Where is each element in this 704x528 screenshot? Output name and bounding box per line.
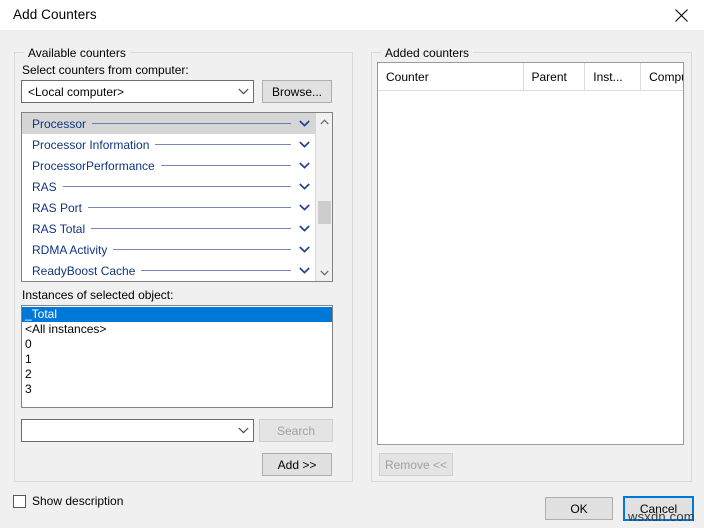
leader-line	[141, 270, 291, 271]
counter-row[interactable]: RDMA Activity	[22, 239, 315, 260]
chevron-down-icon[interactable]	[297, 267, 311, 274]
chevron-down-icon[interactable]	[297, 225, 311, 232]
computer-select-combobox[interactable]: <Local computer>	[21, 80, 254, 103]
available-counters-list[interactable]: Processor Processor Information ProcessorP…	[21, 112, 333, 282]
chevron-down-icon[interactable]	[297, 120, 311, 127]
window-title: Add Counters	[13, 7, 97, 22]
counter-label: ProcessorPerformance	[32, 159, 155, 173]
close-button[interactable]	[659, 0, 704, 30]
column-header[interactable]: Counter	[378, 63, 524, 90]
counters-list-scrollbar[interactable]	[315, 113, 332, 281]
select-counters-from-computer-label: Select counters from computer:	[22, 63, 189, 77]
counter-label: ReadyBoost Cache	[32, 264, 135, 278]
counter-row[interactable]: RAS	[22, 176, 315, 197]
ok-button[interactable]: OK	[545, 497, 613, 520]
counter-row[interactable]: RAS Port	[22, 197, 315, 218]
counter-label: RDMA Activity	[32, 243, 107, 257]
counter-row[interactable]: RAS Total	[22, 218, 315, 239]
counter-row[interactable]: ProcessorPerformance	[22, 155, 315, 176]
instance-search-combobox[interactable]	[21, 419, 254, 442]
added-counters-header: CounterParentInst...Computer	[378, 63, 683, 91]
instances-list[interactable]: _Total<All instances>0123	[21, 305, 333, 408]
counter-label: RAS	[32, 180, 57, 194]
added-counters-legend: Added counters	[381, 46, 473, 60]
search-button[interactable]: Search	[259, 419, 333, 442]
show-description-label: Show description	[32, 494, 123, 508]
leader-line	[91, 228, 291, 229]
instance-row[interactable]: 3	[22, 382, 332, 397]
counter-label: Processor Information	[32, 138, 149, 152]
scrollbar-thumb[interactable]	[318, 201, 331, 224]
leader-line	[92, 123, 291, 124]
chevron-down-icon	[233, 427, 253, 434]
chevron-down-icon[interactable]	[297, 204, 311, 211]
counter-row[interactable]: Processor	[22, 113, 315, 134]
chevron-down-icon	[233, 88, 253, 95]
add-button[interactable]: Add >>	[262, 453, 332, 476]
leader-line	[63, 186, 291, 187]
added-counters-table[interactable]: CounterParentInst...Computer	[377, 62, 684, 445]
chevron-down-icon[interactable]	[297, 162, 311, 169]
counter-row[interactable]: ReadyBoost Cache	[22, 260, 315, 281]
close-icon	[675, 9, 688, 22]
instance-row[interactable]: 1	[22, 352, 332, 367]
counter-label: Processor	[32, 117, 86, 131]
chevron-down-icon[interactable]	[297, 141, 311, 148]
leader-line	[113, 249, 291, 250]
cancel-button[interactable]: Cancel	[623, 496, 694, 521]
available-counters-rows: Processor Processor Information ProcessorP…	[22, 113, 315, 281]
instance-row[interactable]: _Total	[22, 307, 332, 322]
counter-label: RAS Total	[32, 222, 85, 236]
scroll-up-button[interactable]	[316, 113, 332, 130]
available-counters-legend: Available counters	[24, 46, 130, 60]
computer-select-value: <Local computer>	[22, 85, 233, 99]
show-description-checkbox[interactable]: Show description	[13, 494, 123, 508]
instance-row[interactable]: 2	[22, 367, 332, 382]
instance-row[interactable]: 0	[22, 337, 332, 352]
chevron-down-icon[interactable]	[297, 246, 311, 253]
checkbox-box	[13, 495, 26, 508]
title-bar: Add Counters	[0, 0, 704, 30]
remove-button[interactable]: Remove <<	[379, 453, 453, 476]
leader-line	[155, 144, 291, 145]
column-header[interactable]: Computer	[641, 63, 683, 90]
counter-row[interactable]: Processor Information	[22, 134, 315, 155]
browse-button[interactable]: Browse...	[262, 80, 332, 103]
instance-row[interactable]: <All instances>	[22, 322, 332, 337]
added-counters-body	[378, 91, 683, 445]
instances-of-selected-object-label: Instances of selected object:	[22, 288, 173, 302]
column-header[interactable]: Inst...	[585, 63, 641, 90]
leader-line	[88, 207, 291, 208]
scroll-down-button[interactable]	[316, 264, 332, 281]
column-header[interactable]: Parent	[524, 63, 586, 90]
leader-line	[161, 165, 291, 166]
counter-label: RAS Port	[32, 201, 82, 215]
chevron-down-icon[interactable]	[297, 183, 311, 190]
